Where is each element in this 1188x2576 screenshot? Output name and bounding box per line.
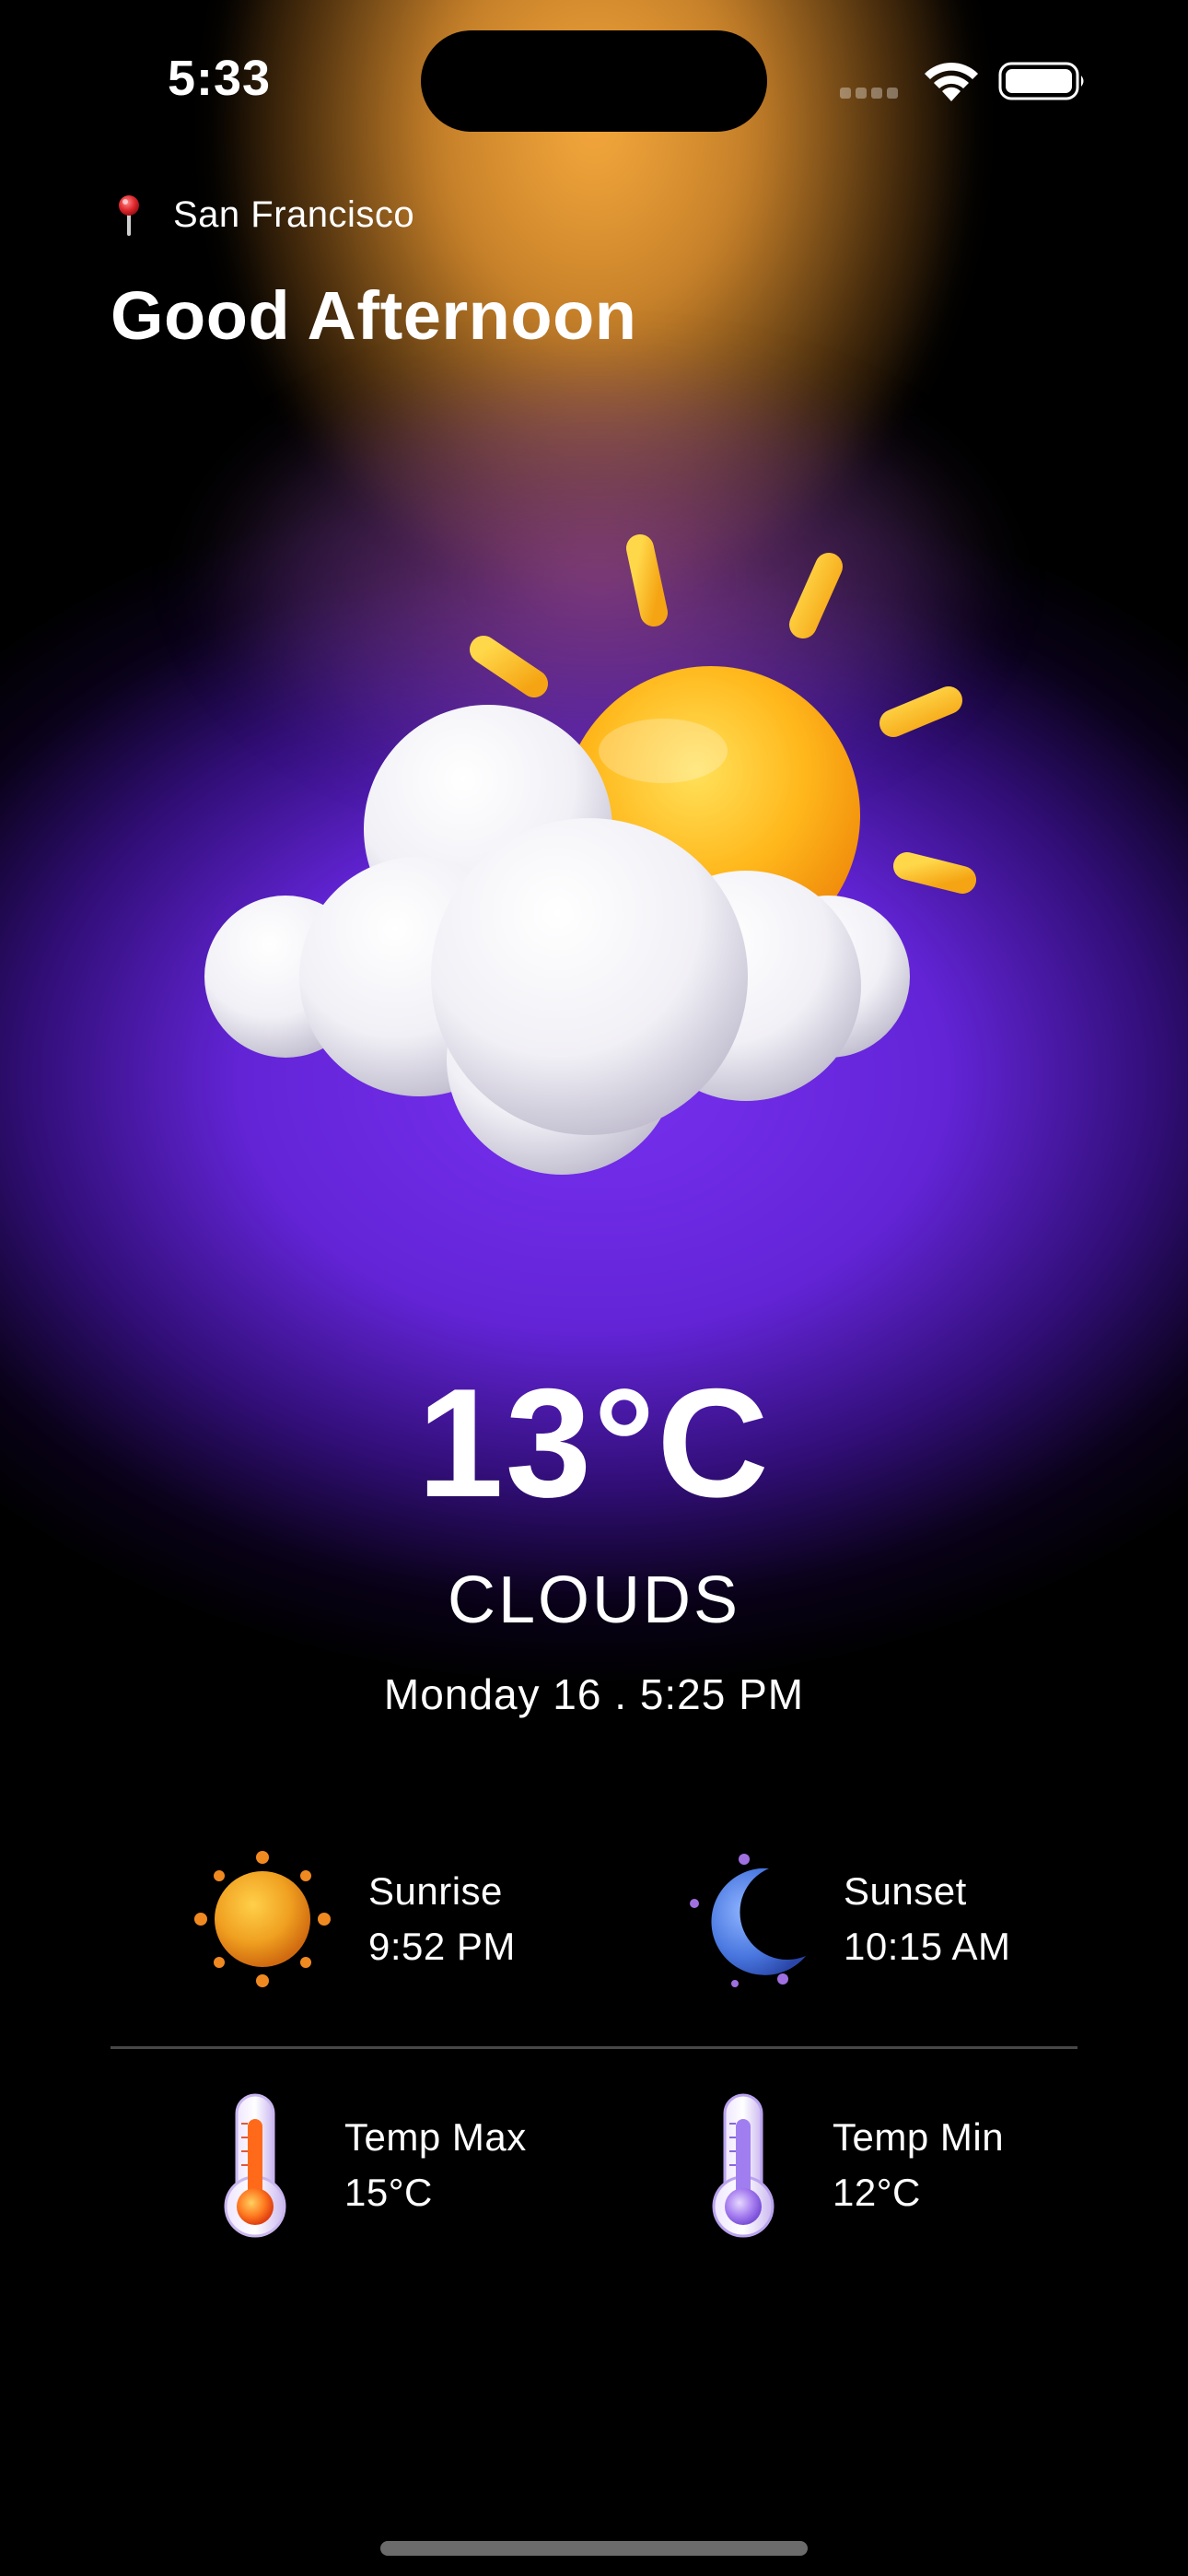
sunrise-icon (194, 1851, 331, 1987)
thermometer-hot-icon (224, 2093, 286, 2238)
battery-icon (998, 62, 1084, 100)
weather-condition: CLOUDS (447, 1563, 741, 1637)
sunrise-label: Sunrise (368, 1869, 503, 1913)
sunrise-value: 9:52 PM (368, 1925, 516, 1968)
wifi-icon (925, 62, 978, 101)
sunset-info: Sunset 10:15 AM (681, 1850, 1010, 1988)
greeting-title: Good Afternoon (111, 277, 637, 354)
thermometer-cold-icon (712, 2093, 775, 2238)
temp-max-label: Temp Max (344, 2115, 527, 2159)
temp-max-value: 15°C (344, 2171, 433, 2214)
cellular-signal-icon (840, 87, 904, 100)
sun-behind-clouds-icon (204, 534, 976, 1175)
status-bar-time: 5:33 (168, 51, 272, 106)
details-divider (111, 2046, 1077, 2049)
sunrise-info: Sunrise 9:52 PM (193, 1850, 516, 1988)
temp-min-info: Temp Min 12°C (702, 2091, 1004, 2239)
location-pin-icon (119, 195, 139, 236)
current-datetime: Monday 16 . 5:25 PM (383, 1670, 805, 1718)
dynamic-island (421, 30, 767, 132)
temp-min-value: 12°C (833, 2171, 921, 2214)
temp-min-label: Temp Min (833, 2115, 1005, 2159)
location-name: San Francisco (173, 193, 415, 235)
temp-max-info: Temp Max 15°C (214, 2091, 527, 2239)
sunset-label: Sunset (844, 1869, 967, 1913)
sunset-value: 10:15 AM (844, 1925, 1011, 1968)
location-row[interactable]: San Francisco (112, 193, 414, 236)
weather-screen: 5:33 San Francisco Good Afternoon 13°C C… (0, 0, 1188, 2576)
home-indicator[interactable] (380, 2541, 808, 2556)
moon-icon (690, 1854, 806, 1987)
current-temperature: 13°C (417, 1356, 771, 1529)
